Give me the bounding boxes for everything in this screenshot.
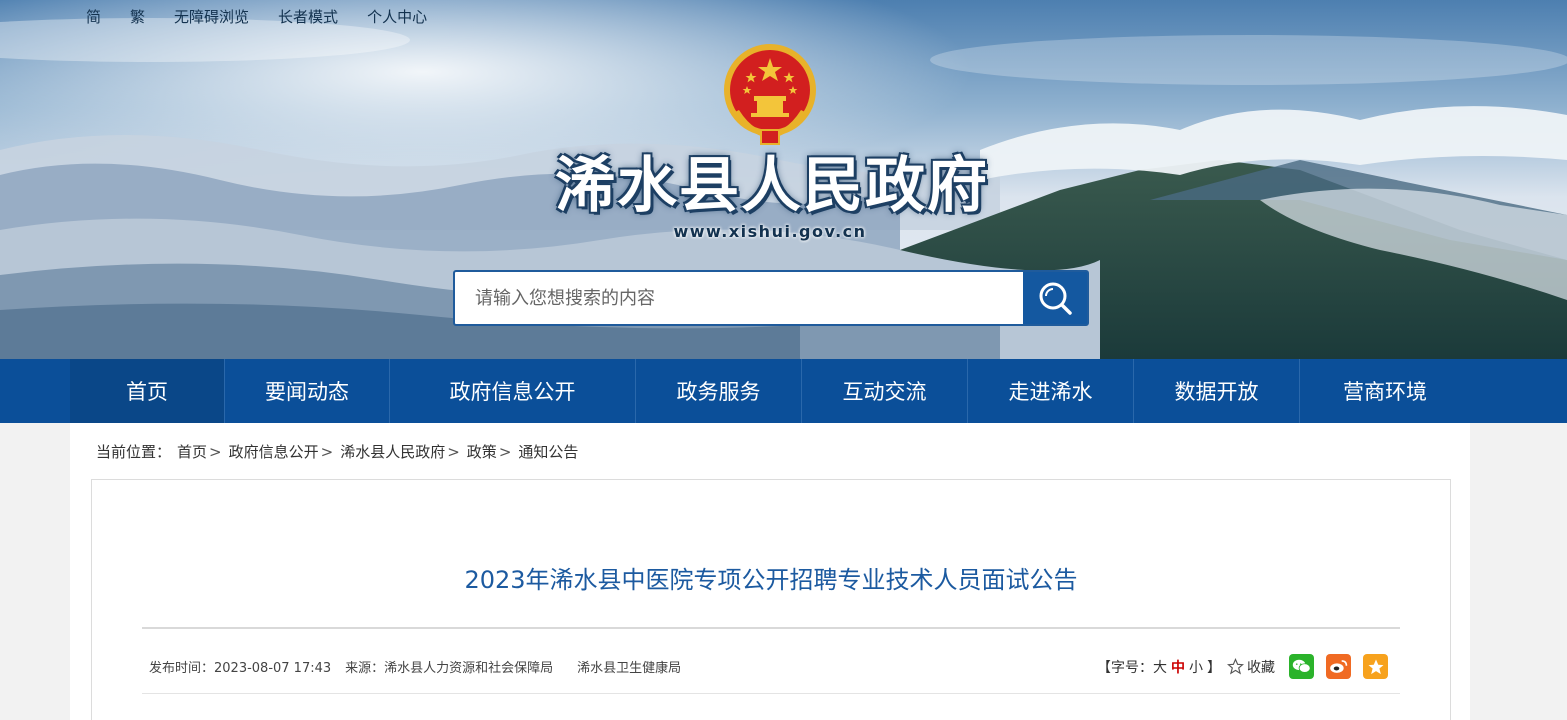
search-icon: [1039, 282, 1072, 315]
font-size-medium[interactable]: 中: [1171, 657, 1185, 677]
content-area: 当前位置： 首页 > 政府信息公开 > 浠水县人民政府 > 政策 > 通知公告 …: [70, 423, 1470, 720]
breadcrumb-county-gov[interactable]: 浠水县人民政府: [340, 441, 445, 462]
breadcrumb-prefix: 当前位置：: [96, 443, 172, 461]
nav-gov-services[interactable]: 政务服务: [636, 359, 802, 423]
breadcrumb-notices[interactable]: 通知公告: [518, 441, 578, 462]
nav-gov-info-public[interactable]: 政府信息公开: [390, 359, 636, 423]
search-input[interactable]: [455, 272, 1023, 324]
favorite-label: 收藏: [1247, 659, 1275, 676]
font-size-small[interactable]: 小: [1189, 657, 1203, 677]
breadcrumb-policy[interactable]: 政策: [467, 441, 497, 462]
traditional-chinese-link[interactable]: 繁: [130, 6, 145, 28]
accessibility-link[interactable]: 无障碍浏览: [174, 6, 249, 28]
personal-center-link[interactable]: 个人中心: [367, 6, 427, 28]
font-size-large[interactable]: 大: [1153, 657, 1167, 677]
breadcrumb-separator: >: [320, 442, 334, 461]
weibo-icon: [1330, 660, 1348, 673]
wechat-icon: [1292, 659, 1311, 673]
article-tools: 【字号： 大 中 小 】 收藏: [1097, 654, 1400, 679]
breadcrumb: 当前位置： 首页 > 政府信息公开 > 浠水县人民政府 > 政策 > 通知公告: [96, 441, 578, 462]
title-divider: [142, 627, 1400, 629]
main-nav: 首页 要闻动态 政府信息公开 政务服务 互动交流 走进浠水 数据开放 营商环境: [0, 359, 1567, 423]
meta-divider: [142, 693, 1400, 694]
qzone-icon: [1368, 659, 1383, 674]
publish-time: 发布时间：2023-08-07 17:43: [149, 661, 332, 676]
breadcrumb-gov-info-public[interactable]: 政府信息公开: [229, 441, 319, 462]
breadcrumb-separator: >: [498, 442, 512, 461]
breadcrumb-separator: >: [209, 442, 222, 461]
nav-open-data[interactable]: 数据开放: [1134, 359, 1300, 423]
nav-business-env[interactable]: 营商环境: [1300, 359, 1470, 423]
article-source-extra: 浠水县卫生健康局: [577, 661, 682, 676]
nav-about-xishui[interactable]: 走进浠水: [968, 359, 1134, 423]
article-panel: 2023年浠水县中医院专项公开招聘专业技术人员面试公告 发布时间：2023-08…: [91, 479, 1451, 720]
article-title: 2023年浠水县中医院专项公开招聘专业技术人员面试公告: [464, 566, 1078, 594]
font-size-label-open: 【字号：: [1097, 659, 1153, 676]
top-links: 简 繁 无障碍浏览 长者模式 个人中心: [86, 6, 456, 28]
share-wechat-button[interactable]: [1289, 654, 1314, 679]
site-url: www.xishui.gov.cn: [673, 222, 867, 241]
article-meta: 发布时间：2023-08-07 17:43 来源：浠水县人力资源和社会保障局 浠…: [149, 657, 681, 676]
nav-home[interactable]: 首页: [70, 359, 225, 423]
article-source: 来源：浠水县人力资源和社会保障局: [345, 661, 554, 676]
share-weibo-button[interactable]: [1326, 654, 1351, 679]
font-size-label-close: 】: [1207, 659, 1221, 676]
share-qzone-button[interactable]: [1363, 654, 1388, 679]
site-title: 浠水县人民政府: [555, 151, 989, 221]
national-emblem-icon: [724, 44, 816, 145]
breadcrumb-separator: >: [447, 442, 460, 461]
simplified-chinese-link[interactable]: 简: [86, 6, 101, 28]
favorite-button[interactable]: 收藏: [1227, 657, 1275, 677]
header-banner: 简 繁 无障碍浏览 长者模式 个人中心 浠水县人民政府 www.xishui.g…: [0, 0, 1567, 359]
elder-mode-link[interactable]: 长者模式: [278, 6, 338, 28]
star-outline-icon: [1227, 658, 1244, 675]
search-button[interactable]: [1023, 272, 1087, 324]
nav-interaction[interactable]: 互动交流: [802, 359, 968, 423]
nav-news[interactable]: 要闻动态: [225, 359, 390, 423]
search-box: [453, 270, 1089, 326]
breadcrumb-home[interactable]: 首页: [177, 441, 207, 462]
